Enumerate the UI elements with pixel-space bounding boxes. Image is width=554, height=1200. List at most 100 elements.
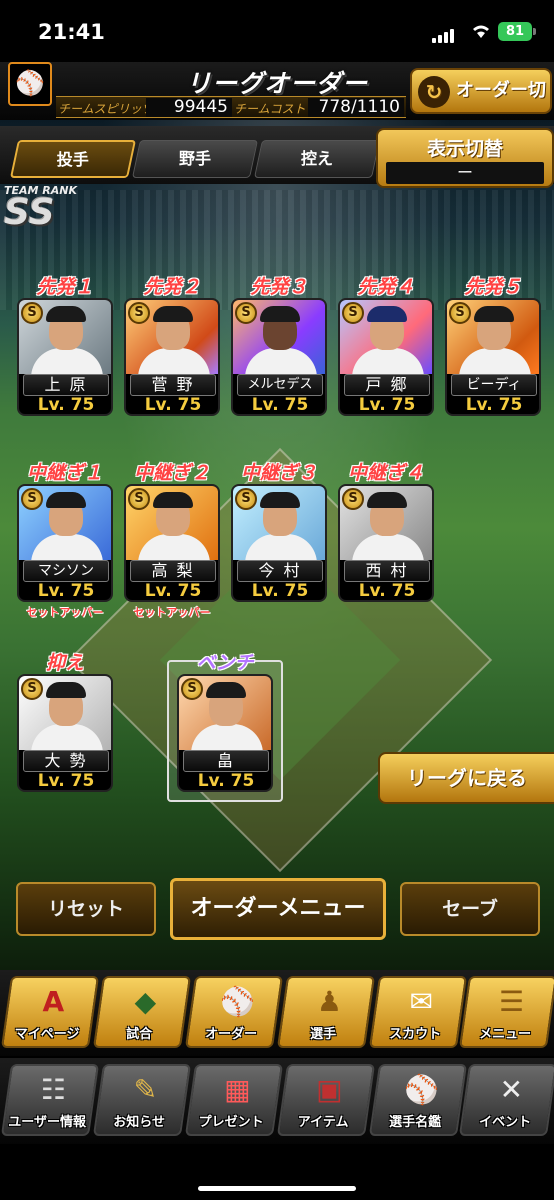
slot-label: 中継ぎ３ [240,462,317,484]
menu-notice[interactable]: ✎ お知らせ [92,1064,192,1136]
grade-s-icon: S [21,488,43,510]
menu-label: オーダー [205,1027,258,1042]
player-card[interactable]: S 西 村 Lv. 75 [338,484,434,602]
player-icon: ♟ [316,985,342,1018]
save-button[interactable]: セーブ [400,882,540,936]
slot-label: 中継ぎ４ [347,462,424,484]
home-indicator[interactable] [198,1186,356,1191]
slot-label: 先発２ [143,276,201,298]
closer-slot[interactable]: 抑え S 大 勢 Lv. 75 [17,652,113,792]
team-spirit-value: 99445 [146,98,232,117]
display-switch-label: 表示切替 [426,138,503,160]
reliever-slot-2[interactable]: 中継ぎ２ S 高 梨 Lv. 75 セットアッパー [124,462,220,619]
player-book-icon: ⚾ [403,1073,439,1106]
team-rank-value: SS [4,192,55,233]
order-menu-button[interactable]: オーダーメニュー [170,878,386,940]
grade-s-icon: S [235,488,257,510]
display-switch-button[interactable]: 表示切替 ー [376,128,554,188]
grade-s-icon: S [128,302,150,324]
team-cost-label: チームコスト [234,102,306,116]
player-card[interactable]: S 今 村 Lv. 75 [231,484,327,602]
main-menu: A マイページ ◆ 試合 ⚾ オーダー ♟ 選手 ✉ スカウト ☰ メニュー [0,970,554,1056]
order-icon: ⚾ [219,985,255,1018]
menu-order[interactable]: ⚾ オーダー [184,976,284,1048]
player-level: Lv. 75 [144,581,202,601]
slot-label: 先発４ [357,276,415,298]
menu-player-book[interactable]: ⚾ 選手名鑑 [368,1064,468,1136]
team-logo-icon[interactable]: ⚾ [8,62,52,106]
starter-slot-4[interactable]: 先発４ S 戸 郷 Lv. 75 [338,276,434,416]
tab-fielder[interactable]: 野手 [131,140,259,178]
player-card[interactable]: S 戸 郷 Lv. 75 [338,298,434,416]
player-card[interactable]: S 高 梨 Lv. 75 [124,484,220,602]
slot-label: 先発５ [464,276,522,298]
player-card[interactable]: S マシソン Lv. 75 [17,484,113,602]
player-card[interactable]: S 上 原 Lv. 75 [17,298,113,416]
player-card[interactable]: S 菅 野 Lv. 75 [124,298,220,416]
player-card[interactable]: S メルセデス Lv. 75 [231,298,327,416]
player-level: Lv. 75 [465,395,523,415]
grade-s-icon: S [235,302,257,324]
player-level: Lv. 75 [197,771,255,791]
menu-mypage[interactable]: A マイページ [0,976,100,1048]
tab-pitcher[interactable]: 投手 [9,140,137,178]
order-switch-button[interactable]: ↻ オーダー切替 [410,68,552,143]
bench-slot[interactable]: ベンチ S 畠 Lv. 75 [177,652,273,792]
menu-scout[interactable]: ✉ スカウト [368,976,468,1048]
team-cost-value: 778/1110 [308,98,404,117]
player-name: マシソン [23,560,109,582]
starter-slot-2[interactable]: 先発２ S 菅 野 Lv. 75 [124,276,220,416]
page-title: リーグオーダー [185,69,368,98]
status-bar: 21:41 81 [0,0,554,62]
slot-label: 先発３ [250,276,308,298]
slot-label: 中継ぎ１ [26,462,103,484]
refresh-icon: ↻ [418,76,450,108]
tab-fielder-label: 野手 [178,149,211,168]
starter-slot-1[interactable]: 先発１ S 上 原 Lv. 75 [17,276,113,416]
menu-item[interactable]: ▣ アイテム [276,1064,376,1136]
menu-game[interactable]: ◆ 試合 [92,976,192,1048]
back-to-league-button[interactable]: リーグに戻る [378,752,554,804]
menu-player[interactable]: ♟ 選手 [276,976,376,1048]
mypage-icon: A [42,985,65,1018]
player-level: Lv. 75 [144,395,202,415]
role-label: セットアッパー [133,606,211,619]
menu-label: ユーザー情報 [8,1115,86,1130]
menu-icon: ☰ [498,985,524,1018]
player-level: Lv. 75 [358,395,416,415]
player-card[interactable]: S ビーディ Lv. 75 [445,298,541,416]
menu-label: 選手 [310,1027,337,1042]
menu-menu[interactable]: ☰ メニュー [458,976,554,1048]
grade-s-icon: S [342,302,364,324]
player-name: ビーディ [451,374,537,396]
player-level: Lv. 75 [251,581,309,601]
player-name: 菅 野 [130,374,216,396]
starter-slot-5[interactable]: 先発５ S ビーディ Lv. 75 [445,276,541,416]
player-card[interactable]: S 大 勢 Lv. 75 [17,674,113,792]
stadium-icon: ◆ [134,985,157,1018]
menu-event[interactable]: ✕ イベント [458,1064,554,1136]
wifi-icon [470,22,492,44]
player-name: 今 村 [237,560,323,582]
team-spirit-label: チームスピリッツ [58,102,154,116]
player-card[interactable]: S 畠 Lv. 75 [177,674,273,792]
menu-label: 選手名鑑 [389,1115,442,1130]
team-rank: TEAM RANK SS [4,184,77,233]
reliever-slot-3[interactable]: 中継ぎ３ S 今 村 Lv. 75 [231,462,327,602]
reset-button[interactable]: リセット [16,882,156,936]
menu-present[interactable]: ▦ プレゼント [184,1064,284,1136]
player-level: Lv. 75 [37,771,95,791]
player-name: 戸 郷 [344,374,430,396]
menu-label: スカウト [389,1027,442,1042]
grade-s-icon: S [449,302,471,324]
slot-label: 抑え [45,652,84,674]
clock: 21:41 [38,20,105,44]
reliever-slot-1[interactable]: 中継ぎ１ S マシソン Lv. 75 セットアッパー [17,462,113,619]
slot-label: 先発１ [36,276,94,298]
tab-reserve[interactable]: 控え [253,140,381,178]
scout-icon: ✉ [409,985,434,1018]
menu-user-info[interactable]: ☷ ユーザー情報 [0,1064,100,1136]
reliever-slot-4[interactable]: 中継ぎ４ S 西 村 Lv. 75 [338,462,434,602]
role-label: セットアッパー [26,606,104,619]
starter-slot-3[interactable]: 先発３ S メルセデス Lv. 75 [231,276,327,416]
